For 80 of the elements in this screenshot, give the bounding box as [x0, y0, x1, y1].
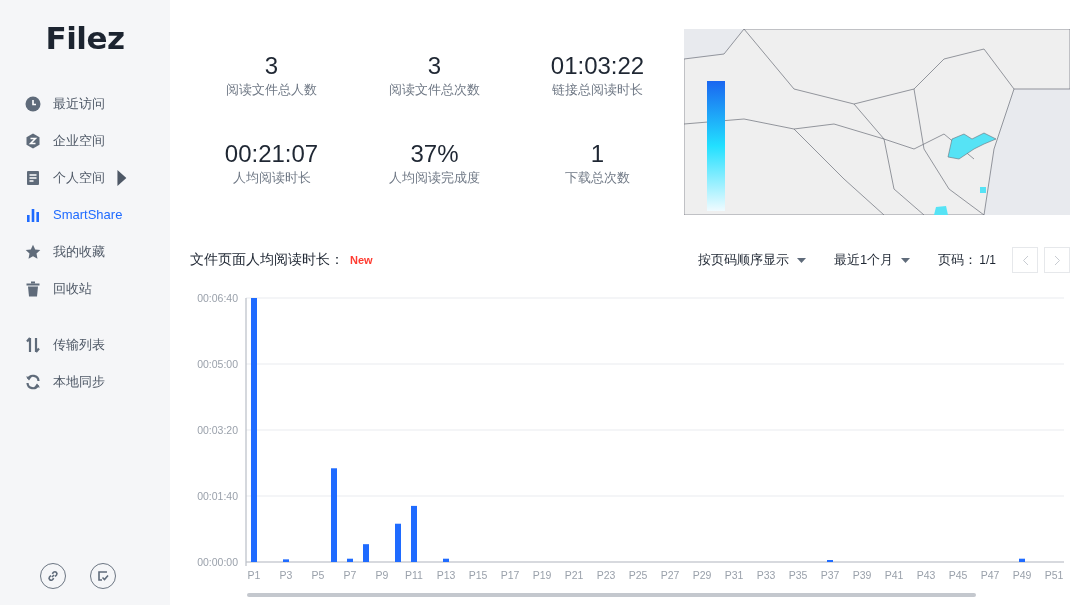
- axis-label: P25: [628, 569, 648, 581]
- axis-label: 00:03:20: [197, 424, 238, 436]
- axis-label: P41: [884, 569, 904, 581]
- axis-label: P37: [820, 569, 840, 581]
- sort-dropdown[interactable]: 按页码顺序显示: [698, 251, 807, 269]
- stat-value: 3: [427, 51, 442, 81]
- star-icon: [25, 243, 41, 260]
- bar: [363, 544, 369, 562]
- sidebar-item[interactable]: 最近访问: [0, 85, 170, 122]
- chevron-right-icon: [1053, 254, 1061, 266]
- sidebar-item[interactable]: 回收站: [0, 270, 170, 307]
- axis-label: P35: [788, 569, 808, 581]
- bar: [411, 505, 417, 562]
- sidebar-item[interactable]: 本地同步: [0, 363, 170, 400]
- axis-label: P13: [436, 569, 456, 581]
- sidebar-item[interactable]: 传输列表: [0, 326, 170, 363]
- axis-label: P1: [247, 569, 261, 581]
- sidebar-item[interactable]: 企业空间: [0, 122, 170, 159]
- axis-label: P23: [596, 569, 616, 581]
- logo: Filez: [45, 20, 125, 56]
- axis-label: P39: [852, 569, 872, 581]
- axis-label: P21: [564, 569, 584, 581]
- stat-value: 1: [590, 139, 605, 169]
- axis-label: 00:06:40: [197, 292, 238, 304]
- axis-label: P27: [660, 569, 680, 581]
- axis-label: P29: [692, 569, 712, 581]
- link-icon: [46, 569, 60, 583]
- period-dropdown[interactable]: 最近1个月: [834, 251, 911, 269]
- caret-icon: [901, 257, 911, 263]
- axis-label: P43: [916, 569, 936, 581]
- page-number: 1/1: [979, 253, 996, 267]
- stat-value: 01:03:22: [550, 51, 645, 81]
- document-icon: [25, 169, 41, 186]
- bar: [395, 523, 401, 562]
- stat-label: 阅读文件总次数: [389, 81, 480, 99]
- clock-icon: [25, 95, 41, 112]
- axis-label: P3: [279, 569, 293, 581]
- axis-label: P45: [948, 569, 968, 581]
- scrollbar[interactable]: [247, 593, 976, 597]
- stat-value: 00:21:07: [224, 139, 319, 169]
- stat-label: 人均阅读时长: [232, 169, 311, 187]
- axis-label: P17: [500, 569, 520, 581]
- chevron-left-icon: [1021, 254, 1029, 266]
- bar-chart-icon: [25, 206, 41, 223]
- bar: [443, 558, 449, 562]
- bar: [347, 558, 353, 562]
- caret-icon: [797, 257, 807, 263]
- stat-label: 人均阅读完成度: [389, 169, 480, 187]
- axis-label: 00:01:40: [197, 490, 238, 502]
- stat-label: 链接总阅读时长: [552, 81, 643, 99]
- axis-label: P19: [532, 569, 552, 581]
- bar: [1019, 558, 1025, 562]
- axis-label: P31: [724, 569, 744, 581]
- trash-icon: [25, 280, 41, 297]
- axis-label: P51: [1044, 569, 1064, 581]
- transfer-icon: [25, 336, 41, 353]
- new-label: New: [350, 254, 373, 266]
- sidebar-item[interactable]: 我的收藏: [0, 233, 170, 270]
- axis-label: P7: [343, 569, 357, 581]
- axis-label: P49: [1012, 569, 1032, 581]
- axis-label: P11: [405, 569, 423, 581]
- hexagon-icon: [25, 132, 41, 149]
- axis-label: P15: [468, 569, 488, 581]
- axis-label: P47: [980, 569, 1000, 581]
- axis-label: 00:05:00: [197, 358, 238, 370]
- sidebar-item[interactable]: 个人空间: [0, 159, 170, 196]
- stat-label: 下载总次数: [565, 169, 630, 187]
- checkmark-icon: [96, 569, 110, 583]
- chart-title: 文件页面人均阅读时长：: [190, 251, 344, 269]
- axis-label: 00:00:00: [197, 556, 238, 568]
- stat-value: 37%: [410, 139, 459, 169]
- bar: [283, 559, 289, 562]
- stat-value: 3: [264, 51, 279, 81]
- sidebar-item[interactable]: SmartShare: [0, 196, 170, 233]
- axis-label: P5: [311, 569, 325, 581]
- page-label: 页码：: [938, 251, 978, 269]
- stat-label: 阅读文件总人数: [226, 81, 317, 99]
- sync-icon: [25, 373, 41, 390]
- axis-label: P33: [756, 569, 776, 581]
- axis-label: P9: [375, 569, 389, 581]
